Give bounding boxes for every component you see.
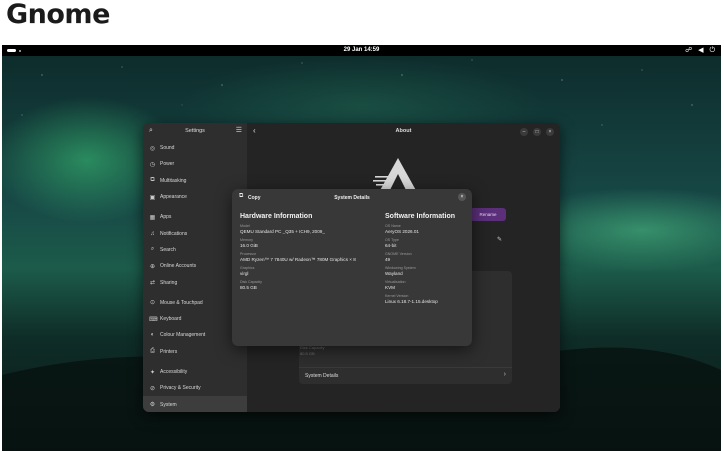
sidebar-item-multitasking[interactable]: ⧉ Multitasking [143, 173, 247, 189]
top-bar: 29 Jan 14:59 ☍ ◀ ⏻ [2, 45, 721, 56]
sidebar-item-sound[interactable]: ◎ Sound [143, 140, 247, 156]
detail-value: Linux 6.18.7-1.15.desktop [385, 299, 438, 304]
detail-field: Memory 16.0 GiB [240, 238, 356, 249]
sidebar-item-label: Online Accounts [160, 263, 197, 270]
detail-value: AMD Ryzen™ 7 7840U w/ Radeon™ 780M Graph… [240, 257, 356, 262]
minimize-button[interactable]: – [520, 128, 528, 136]
menu-icon[interactable]: ☰ [236, 126, 242, 134]
sidebar-item-label: Privacy & Security [160, 385, 201, 392]
detail-value: QEMU Standard PC _Q35 + ICH9, 2009_ [240, 229, 325, 234]
sidebar-item-icon: ◷ [149, 161, 156, 168]
content-title: About [395, 128, 412, 134]
software-column: Software Information OS Name AeryOS 2026.… [385, 213, 455, 308]
sidebar-item-label: Search [160, 246, 176, 253]
detail-field: Windowing System Wayland [385, 266, 455, 277]
desktop: 29 Jan 14:59 ☍ ◀ ⏻ ⌕ Settings ☰ ◎ Sound ◷ P… [2, 45, 721, 451]
disk-capacity-faint: Disk Capacity 80.5 GB [300, 345, 325, 356]
sidebar-item-label: Keyboard [160, 316, 182, 323]
sidebar-item-icon: ⊙ [149, 300, 156, 307]
sidebar-item-label: Accessibility [160, 369, 188, 375]
hardware-heading: Hardware Information [240, 213, 313, 220]
sidebar-item-icon: ⎙ [150, 348, 155, 355]
detail-field: GNOME Version 49 [385, 252, 455, 263]
hardware-column: Hardware Information Model QEMU Standard … [240, 213, 356, 294]
detail-field: OS Name AeryOS 2026.01 [385, 224, 455, 235]
sidebar-item-label: Sharing [160, 279, 178, 286]
detail-field: Kernel Version Linux 6.18.7-1.15.desktop [385, 294, 455, 305]
detail-value: Wayland [385, 271, 403, 276]
clock[interactable]: 29 Jan 14:59 [2, 47, 721, 53]
detail-field: Model QEMU Standard PC _Q35 + ICH9, 2009_ [240, 224, 356, 235]
sidebar-title: Settings [185, 128, 205, 134]
sidebar-item-icon: ⊘ [149, 385, 156, 392]
sidebar-item-icon: ⚙ [149, 402, 156, 409]
sidebar-item-label: Colour Management [160, 332, 206, 339]
sidebar-item-icon: ⊕ [149, 263, 156, 270]
dialog-title: System Details [334, 194, 370, 201]
chevron-right-icon: › [503, 371, 506, 378]
system-tray[interactable]: ☍ ◀ ⏻ [685, 46, 717, 55]
sidebar-item-icon: ⌕ [150, 246, 155, 253]
sidebar-item-label: Notifications [160, 230, 188, 237]
sidebar-item-label: Power [160, 161, 175, 168]
detail-value: 64-bit [385, 243, 397, 248]
dialog-header: ⧉ Copy System Details × [232, 189, 472, 206]
sidebar-item-icon: ♫ [150, 230, 155, 237]
sidebar-item-system[interactable]: ⚙ System [143, 396, 247, 412]
sidebar-item-label: Sound [160, 145, 175, 152]
rename-button[interactable]: Rename [470, 208, 506, 221]
detail-field: Virtualisation KVM [385, 280, 455, 291]
detail-value: KVM [385, 285, 395, 290]
detail-field: Disk Capacity 80.5 GB [240, 280, 356, 291]
sidebar-item-power[interactable]: ◷ Power [143, 156, 247, 172]
sidebar-item-label: System [160, 401, 177, 408]
system-details-dialog: ⧉ Copy System Details × Hardware Informa… [232, 189, 472, 346]
sidebar-item-label: Printers [160, 348, 178, 355]
system-details-row[interactable]: System Details › [299, 367, 512, 385]
sidebar-item-label: Appearance [160, 194, 187, 201]
sidebar-item-icon: ▣ [149, 194, 156, 201]
sidebar-item-label: Apps [160, 214, 172, 221]
software-heading: Software Information [385, 213, 456, 220]
detail-field: Processor AMD Ryzen™ 7 7840U w/ Radeon™ 7… [240, 252, 356, 263]
sidebar-item-icon: ◐ [150, 332, 155, 339]
sidebar-item-icon: ⇄ [149, 280, 156, 287]
detail-value: 80.5 GB [240, 285, 257, 290]
detail-value: 49 [385, 257, 391, 262]
sidebar-item-icon: ▦ [149, 214, 156, 221]
content-header: ‹ About – □ × [247, 123, 560, 140]
detail-field: OS Type 64-bit [385, 238, 455, 249]
sidebar-item-icon: ✦ [149, 369, 156, 376]
sidebar-item-label: Mouse & Touchpad [160, 299, 203, 306]
sidebar-item-accessibility[interactable]: ✦ Accessibility [143, 364, 247, 380]
edit-pencil-icon[interactable]: ✎ [497, 236, 502, 243]
detail-value: 16.0 GiB [240, 243, 258, 248]
sidebar-item-privacy-security[interactable]: ⊘ Privacy & Security [143, 380, 247, 396]
system-details-label: System Details [305, 373, 339, 379]
sidebar-item-icon: ◎ [149, 145, 156, 152]
close-dialog-button[interactable]: × [458, 193, 466, 201]
detail-value: AeryOS 2026.01 [385, 229, 419, 234]
sidebar-header: ⌕ Settings ☰ [143, 123, 247, 140]
page-heading: Gnome [6, 0, 110, 30]
sidebar-item-icon: ⧉ [150, 177, 155, 184]
maximize-button[interactable]: □ [533, 128, 541, 136]
detail-value: virgl [240, 271, 249, 276]
sidebar-item-icon: ⌨ [149, 316, 158, 323]
sidebar-item-printers[interactable]: ⎙ Printers [143, 344, 247, 360]
detail-field: Graphics virgl [240, 266, 356, 277]
sidebar-item-label: Multitasking [160, 177, 187, 184]
close-window-button[interactable]: × [546, 128, 554, 136]
